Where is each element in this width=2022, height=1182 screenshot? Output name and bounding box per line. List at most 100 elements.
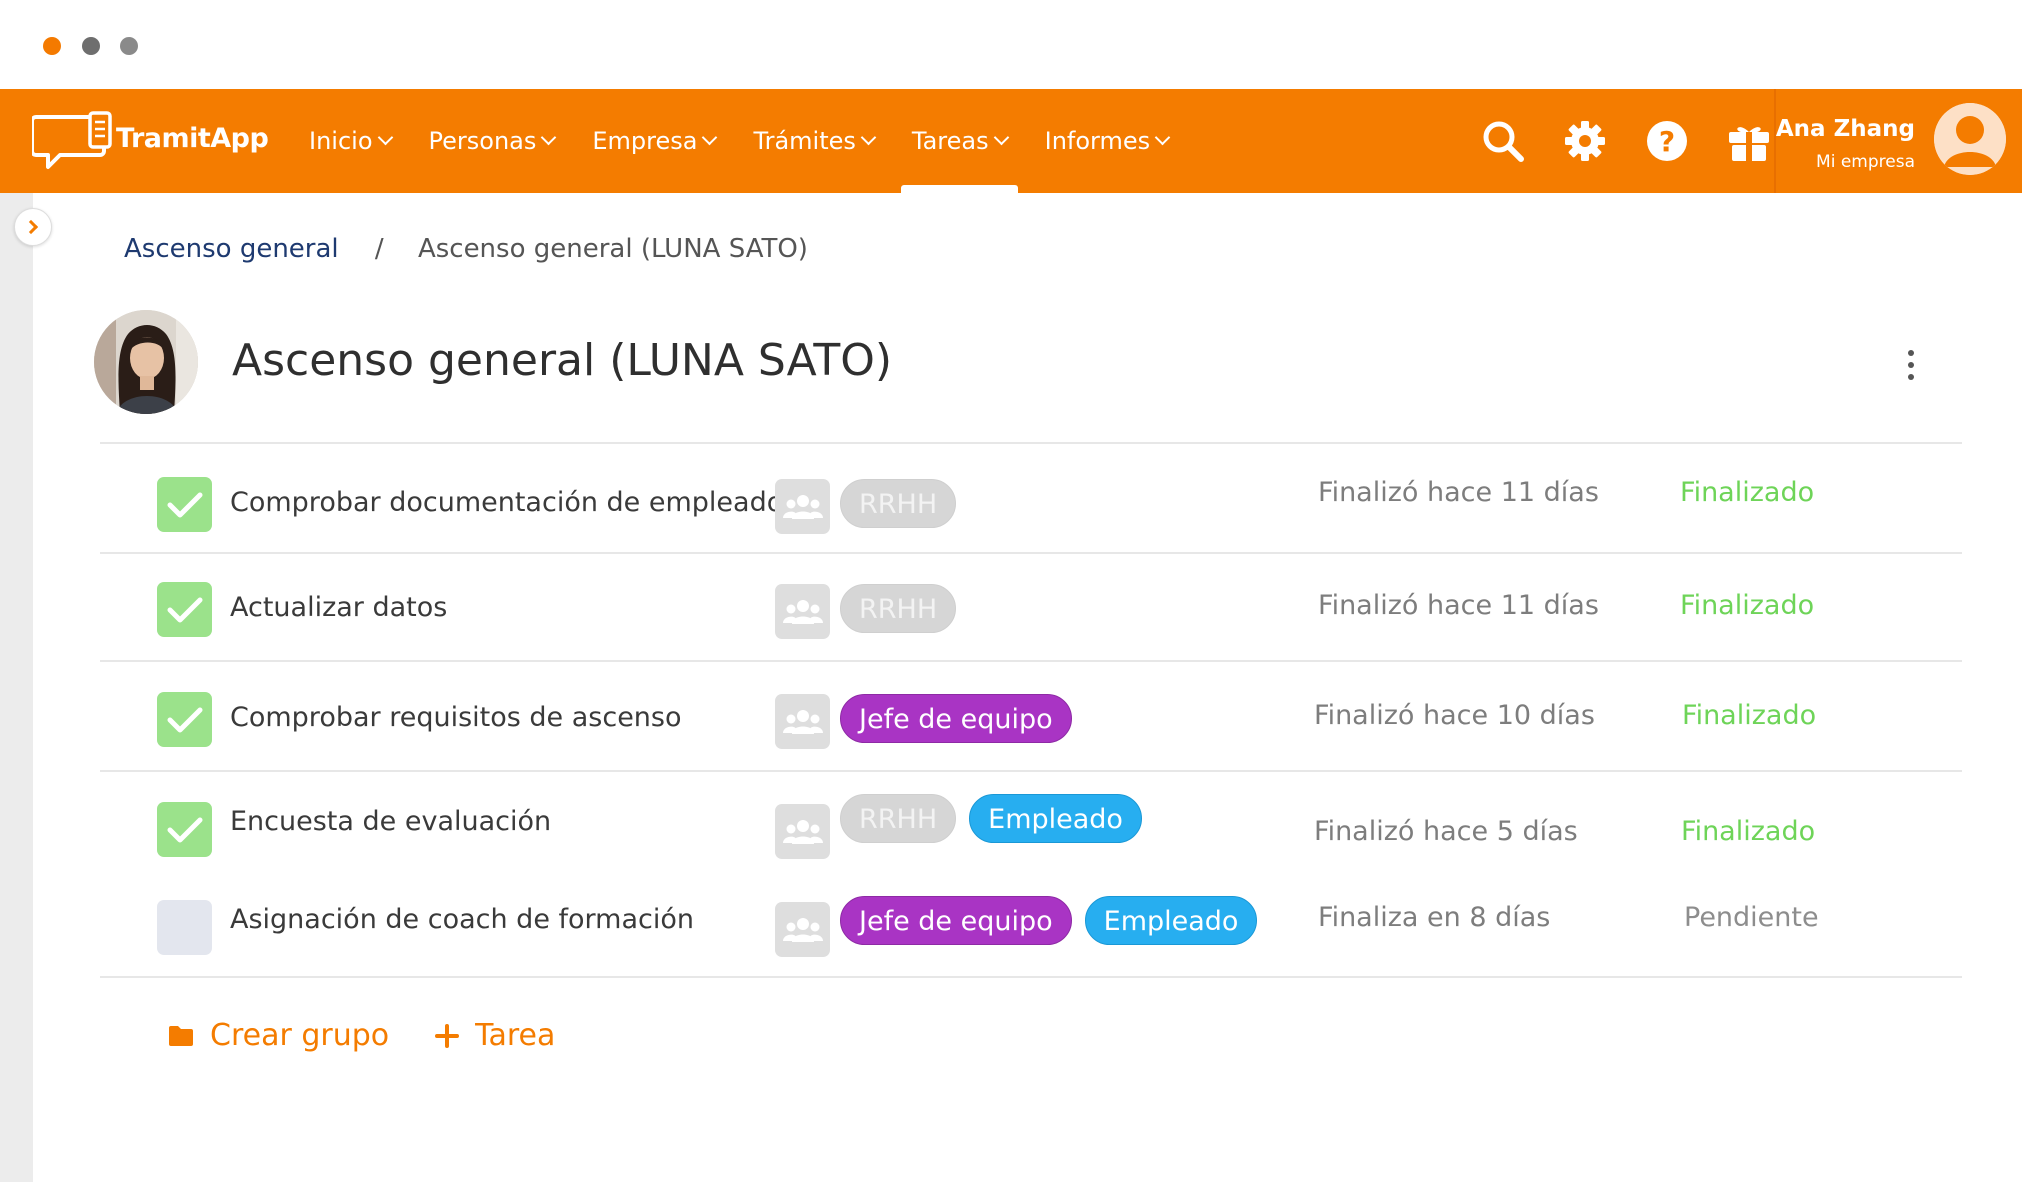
tag-rrhh: RRHH [840,584,957,633]
checkmark-icon [167,707,202,732]
kebab-dot [1908,374,1914,380]
users-group-icon [782,819,823,844]
kebab-dot [1908,362,1914,368]
task-checkbox-checked[interactable] [157,692,212,747]
plus-icon [435,1023,460,1048]
task-due: Finalizó hace 10 días [1314,700,1595,731]
checkmark-icon [167,817,202,842]
nav-label: Empresa [592,127,698,155]
chat-bubble-logo-icon [32,111,112,169]
task-tags: Jefe de equipo [840,694,1072,743]
task-checkbox-checked[interactable] [157,582,212,637]
help-button[interactable]: ? [1626,89,1708,193]
employee-photo [94,310,198,414]
assign-group-button[interactable] [775,584,830,639]
user-menu[interactable]: Ana Zhang Mi empresa [1776,89,2022,193]
nav-item-inicio[interactable]: Inicio [290,89,410,193]
nav-label: Tareas [911,127,989,155]
assign-group-button[interactable] [775,902,830,957]
sidebar-expand-button[interactable] [14,208,52,246]
users-group-icon [782,494,823,519]
table-row[interactable]: Asignación de coach de formación Jefe de… [100,890,1962,960]
avatar[interactable] [1934,103,2006,175]
add-task-button[interactable]: Tarea [435,1018,555,1053]
page-title: Ascenso general (LUNA SATO) [232,335,893,386]
search-icon [1483,121,1524,162]
chevron-down-icon [541,129,557,146]
tag-empleado: Empleado [1084,896,1258,945]
task-checkbox-unchecked[interactable] [157,900,212,955]
window-minimize-dot[interactable] [82,37,100,55]
tag-empleado: Empleado [969,794,1142,843]
breadcrumb-link-parent[interactable]: Ascenso general [124,234,339,264]
status-badge: Finalizado [1680,590,1815,621]
list-actions: Crear grupo Tarea [168,1018,555,1053]
checkmark-icon [167,492,202,517]
nav-label: Inicio [309,127,373,155]
nav-item-tareas[interactable]: Tareas [893,89,1026,193]
svg-text:?: ? [1659,125,1675,158]
nav-item-personas[interactable]: Personas [410,89,574,193]
task-checkbox-checked[interactable] [157,802,212,857]
search-button[interactable] [1462,89,1544,193]
assign-group-button[interactable] [775,479,830,534]
table-row[interactable]: Encuesta de evaluación RRHH Empleado Fin… [100,792,1962,862]
user-company: Mi empresa [1816,152,1915,172]
row-divider [100,552,1962,554]
row-divider [100,442,1962,444]
task-due: Finalizó hace 11 días [1318,477,1599,508]
task-checkbox-checked[interactable] [157,477,212,532]
status-badge: Pendiente [1684,902,1819,933]
breadcrumb: Ascenso general / Ascenso general (LUNA … [124,234,808,264]
create-group-button[interactable]: Crear grupo [168,1018,389,1053]
assign-group-button[interactable] [775,804,830,859]
task-tags: Jefe de equipo Empleado [840,896,1258,945]
top-navbar: TramitApp Inicio Personas Empresa Trámit… [0,89,2022,193]
table-row[interactable]: Comprobar documentación de empleado RRHH… [100,467,1962,537]
status-badge: Finalizado [1681,816,1816,847]
employee-portrait-icon [94,310,198,414]
nav-item-informes[interactable]: Informes [1026,89,1188,193]
chevron-down-icon [860,129,877,146]
nav-item-tramites[interactable]: Trámites [734,89,892,193]
folder-icon [168,1025,194,1047]
status-badge: Finalizado [1682,700,1817,731]
users-group-icon [782,599,823,624]
brand-logo[interactable]: TramitApp [32,107,269,177]
toolbar-icons: ? [1462,89,1790,193]
task-name[interactable]: Comprobar documentación de empleado [230,487,783,518]
status-badge: Finalizado [1680,477,1815,508]
assign-group-button[interactable] [775,694,830,749]
help-icon: ? [1647,121,1687,161]
nav-item-empresa[interactable]: Empresa [573,89,734,193]
settings-button[interactable] [1544,89,1626,193]
chevron-right-icon [23,219,39,235]
chevron-down-icon [1154,129,1171,146]
chevron-down-icon [993,129,1009,146]
nav-label: Informes [1044,127,1151,155]
user-avatar-icon [1934,103,2006,175]
row-divider [100,770,1962,772]
row-divider [100,660,1962,662]
task-name[interactable]: Comprobar requisitos de ascenso [230,702,682,733]
create-group-label: Crear grupo [210,1018,390,1053]
task-due: Finalizó hace 11 días [1318,590,1599,621]
gift-icon [1729,127,1769,161]
table-row[interactable]: Actualizar datos RRHH Finalizó hace 11 d… [100,572,1962,642]
add-task-label: Tarea [475,1018,556,1053]
task-name[interactable]: Actualizar datos [230,592,447,623]
task-tags: RRHH [840,584,957,633]
left-sidebar-collapsed [0,193,33,1182]
tag-rrhh: RRHH [840,794,957,843]
more-options-button[interactable] [1900,348,1922,382]
tag-jefe-de-equipo: Jefe de equipo [840,896,1072,945]
table-row[interactable]: Comprobar requisitos de ascenso Jefe de … [100,682,1962,752]
window-maximize-dot[interactable] [120,37,138,55]
tag-jefe-de-equipo: Jefe de equipo [840,694,1072,743]
task-name[interactable]: Asignación de coach de formación [230,904,694,935]
window-close-dot[interactable] [43,37,61,55]
gear-icon [1565,121,1605,161]
task-name[interactable]: Encuesta de evaluación [230,806,551,837]
tag-rrhh: RRHH [840,479,957,528]
user-name: Ana Zhang [1775,116,1915,142]
